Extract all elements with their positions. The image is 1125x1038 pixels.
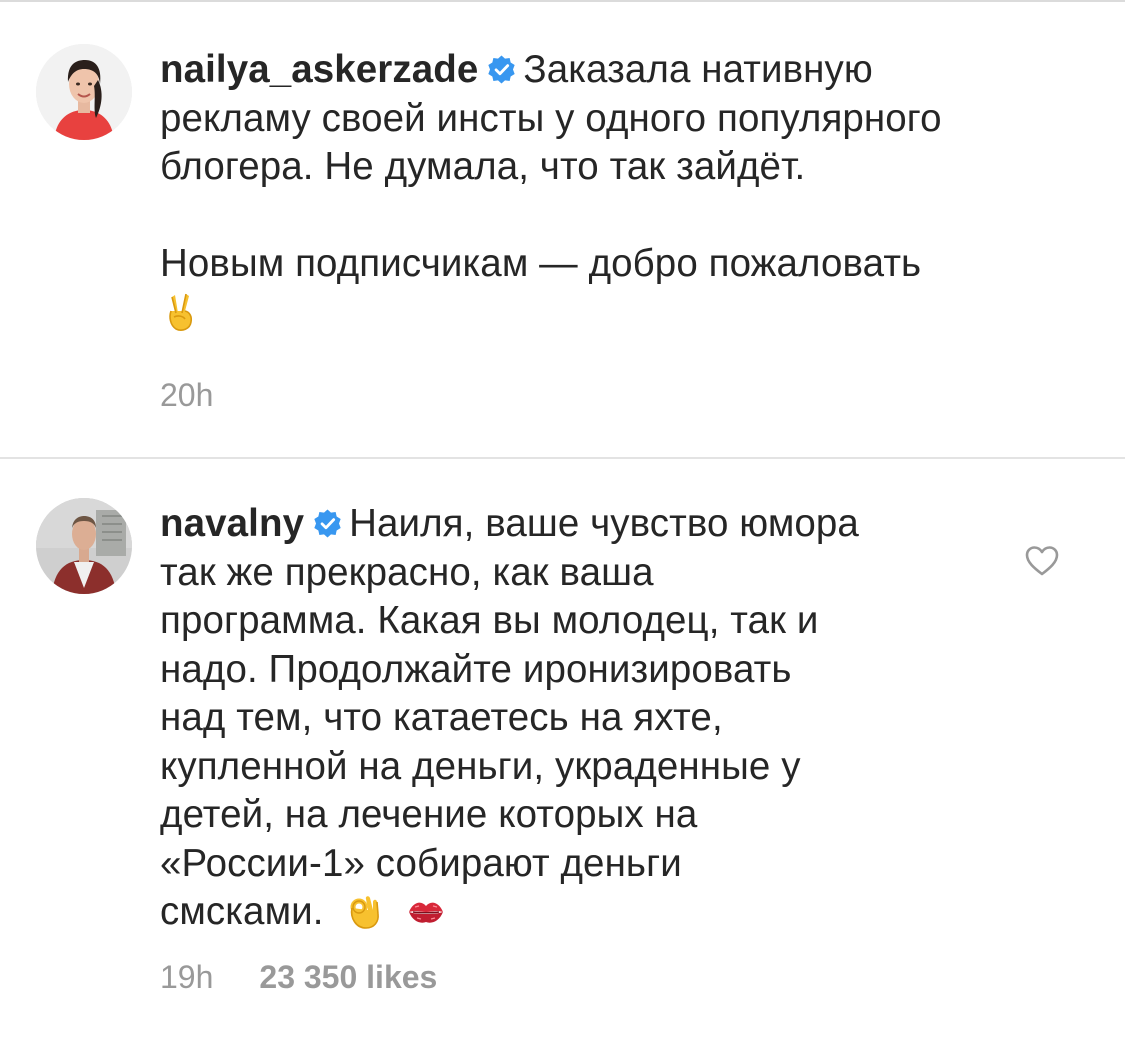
comment-line: рекламу своей инсты у одного популярного xyxy=(160,96,942,140)
comment-text: nailya_askerzade Заказала нативную реклам… xyxy=(160,46,1090,337)
comment-line: Новым подписчикам — добро пожаловать xyxy=(160,242,922,285)
kiss-mark-icon xyxy=(405,890,447,932)
comment-line: смсками. xyxy=(160,890,324,933)
avatar[interactable] xyxy=(36,498,132,594)
verified-badge-icon xyxy=(312,508,343,539)
comment-meta: 20h xyxy=(160,377,213,414)
username[interactable]: nailya_askerzade xyxy=(160,48,478,91)
comment-text: navalny Наиля, ваше чувство юмора так же … xyxy=(160,500,980,937)
likes-count[interactable]: 23 350 likes xyxy=(259,959,437,995)
comment-line: над тем, что катаетесь на яхте, xyxy=(160,696,723,739)
victory-hand-icon xyxy=(160,291,202,333)
comment-line: купленной на деньги, украденные у xyxy=(160,744,801,788)
comment-line: Наиля, ваше чувство юмора xyxy=(349,502,859,545)
ok-hand-icon xyxy=(344,890,386,932)
comment-line: блогера. Не думала, что так зайдёт. xyxy=(160,145,806,188)
comment-line: так же прекрасно, как ваша xyxy=(160,550,654,594)
timestamp[interactable]: 20h xyxy=(160,377,213,413)
verified-badge-icon xyxy=(486,54,517,85)
username[interactable]: navalny xyxy=(160,502,304,545)
comment-line: надо. Продолжайте иронизировать xyxy=(160,647,792,691)
comment-navalny: navalny Наиля, ваше чувство юмора так же … xyxy=(0,459,1125,1038)
comment-line: программа. Какая вы молодец, так и xyxy=(160,599,819,642)
timestamp[interactable]: 19h xyxy=(160,959,213,995)
comment-nailya: nailya_askerzade Заказала нативную реклам… xyxy=(0,0,1125,458)
comment-line: Заказала нативную xyxy=(523,48,873,91)
comment-meta: 19h 23 350 likes xyxy=(160,959,437,996)
avatar[interactable] xyxy=(36,44,132,140)
comment-line: детей, на лечение которых на xyxy=(160,793,698,836)
like-heart-icon[interactable] xyxy=(1024,545,1060,577)
comment-line: «России-1» собирают деньги xyxy=(160,841,682,885)
